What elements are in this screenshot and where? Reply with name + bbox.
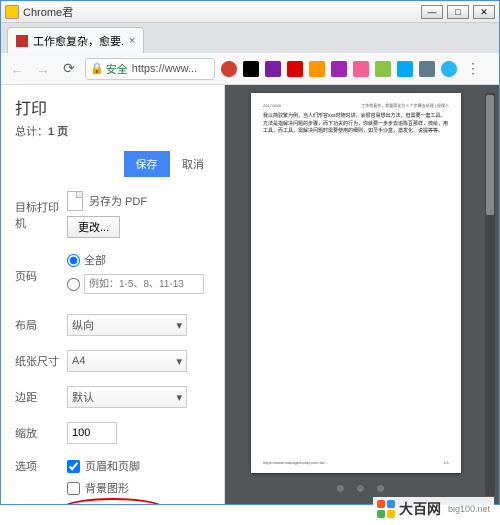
menu-button[interactable]: ⋮ <box>463 59 483 79</box>
lock-icon: 🔒 <box>90 62 104 75</box>
extensions-row: ⋮ <box>221 59 483 79</box>
chevron-down-icon: ▾ <box>176 391 182 404</box>
print-sidebar: 打印 总计：1 页 保存 取消 目标打印机 另存为 PDF 更改... <box>1 85 225 504</box>
options-label: 选项 <box>15 458 67 474</box>
pages-range-input[interactable] <box>84 274 204 294</box>
forward-button[interactable]: → <box>33 59 53 79</box>
page-footer-url: https://www.managertoday.com.tw/... <box>263 460 328 465</box>
pages-all-label: 全部 <box>84 252 106 268</box>
extension-icon[interactable] <box>331 61 347 77</box>
extension-icon[interactable] <box>353 61 369 77</box>
chevron-down-icon: ▾ <box>176 355 182 368</box>
window-close-button[interactable]: ✕ <box>473 5 495 19</box>
window-minimize-button[interactable]: — <box>421 5 443 19</box>
window-title: Chrome君 <box>23 4 421 20</box>
page-header-title: 工作愈复杂，愈要简化为 5 个步骤去处理 | 经理人 <box>361 103 449 109</box>
address-bar[interactable]: 🔒 安全 https://www... <box>85 58 215 80</box>
extension-icon[interactable] <box>221 61 237 77</box>
extension-icon[interactable] <box>397 61 413 77</box>
print-title: 打印 <box>15 95 212 119</box>
print-preview: 2017/10/9 工作愈复杂，愈要简化为 5 个步骤去处理 | 经理人 我以简… <box>225 85 499 504</box>
window-maximize-button[interactable]: □ <box>447 5 469 19</box>
extension-icon[interactable] <box>419 61 435 77</box>
watermark-logo <box>377 500 395 518</box>
watermark-domain: big100.net <box>448 504 490 514</box>
pdf-icon <box>67 191 83 211</box>
preview-scrollbar[interactable] <box>485 93 495 496</box>
option-background-label: 背景图形 <box>85 480 129 496</box>
pages-all-radio[interactable] <box>67 254 80 267</box>
change-destination-button[interactable]: 更改... <box>67 216 120 238</box>
scale-input[interactable] <box>67 422 117 444</box>
tab-bar: 工作愈复杂，愈要... × <box>1 23 499 53</box>
window-titlebar: Chrome君 — □ ✕ <box>1 1 499 23</box>
extension-icon[interactable] <box>265 61 281 77</box>
preview-scroll-thumb[interactable] <box>486 95 494 215</box>
option-selection-checkbox[interactable] <box>67 504 80 505</box>
option-headerfooter-checkbox[interactable] <box>67 460 80 473</box>
print-total: 总计：1 页 <box>15 123 212 139</box>
reload-button[interactable]: ⟳ <box>59 59 79 79</box>
page-footer-pagenum: 1/1 <box>443 460 449 465</box>
preview-pager-dots: ● ● ● <box>336 480 389 498</box>
preview-page: 2017/10/9 工作愈复杂，愈要简化为 5 个步骤去处理 | 经理人 我以简… <box>251 93 461 473</box>
margin-select[interactable]: 默认 ▾ <box>67 386 187 408</box>
page-body-text: 我以简驭繁为例，当人们形容xxx时随时讲，会很容易想出方法，但需要一套工具。方法… <box>263 113 449 136</box>
extension-icon[interactable] <box>309 61 325 77</box>
pages-label: 页码 <box>15 268 67 284</box>
tab-favicon <box>16 35 28 47</box>
option-headerfooter-label: 页眉和页脚 <box>85 458 140 474</box>
margin-label: 边距 <box>15 389 67 405</box>
extension-icon[interactable] <box>441 61 457 77</box>
scale-label: 缩放 <box>15 425 67 441</box>
page-header-date: 2017/10/9 <box>263 103 281 109</box>
tab-close-button[interactable]: × <box>129 35 135 47</box>
back-button[interactable]: ← <box>7 59 27 79</box>
extension-icon[interactable] <box>287 61 303 77</box>
chevron-down-icon: ▾ <box>176 319 182 332</box>
app-icon <box>5 5 19 19</box>
watermark: 大百网 big100.net <box>373 497 494 521</box>
extension-icon[interactable] <box>375 61 391 77</box>
secure-indicator: 🔒 安全 <box>90 61 128 77</box>
cancel-button[interactable]: 取消 <box>174 151 212 177</box>
browser-tab[interactable]: 工作愈复杂，愈要... × <box>7 27 144 53</box>
option-background-checkbox[interactable] <box>67 482 80 495</box>
paper-select[interactable]: A4 ▾ <box>67 350 187 372</box>
watermark-brand: 大百网 <box>399 499 441 519</box>
browser-toolbar: ← → ⟳ 🔒 安全 https://www... ⋮ <box>1 53 499 85</box>
secure-label: 安全 <box>106 61 128 77</box>
tab-title: 工作愈复杂，愈要... <box>33 33 123 49</box>
option-selection-label: 仅限选定内容 <box>85 502 151 504</box>
destination-label: 目标打印机 <box>15 199 67 231</box>
url-text: https://www... <box>132 63 197 75</box>
layout-label: 布局 <box>15 317 67 333</box>
save-button[interactable]: 保存 <box>124 151 170 177</box>
extension-icon[interactable] <box>243 61 259 77</box>
destination-value: 另存为 PDF <box>89 193 147 209</box>
layout-select[interactable]: 纵向 ▾ <box>67 314 187 336</box>
pages-range-radio[interactable] <box>67 278 80 291</box>
paper-label: 纸张尺寸 <box>15 353 67 369</box>
